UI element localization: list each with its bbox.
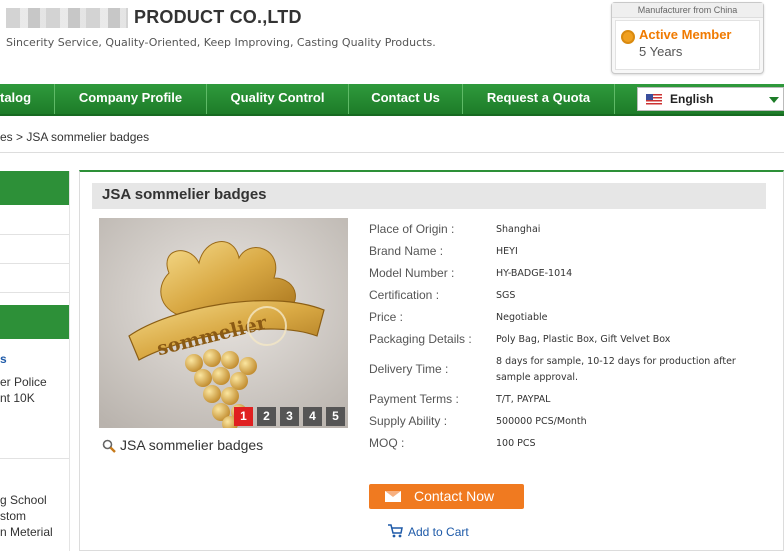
spec-value: HEYI [496, 246, 518, 257]
sidebar-item-text[interactable]: stom [0, 509, 26, 523]
nav-item-contact-us[interactable]: Contact Us [349, 84, 462, 114]
company-name: PRODUCT CO.,LTD [134, 7, 302, 27]
sidebar-header [0, 171, 69, 205]
sidebar-link[interactable]: s [0, 352, 7, 366]
sidebar-divider [0, 234, 69, 235]
badge-photo-illustration: sommelier [99, 218, 348, 428]
breadcrumb[interactable]: es > JSA sommelier badges [0, 130, 149, 144]
badge-caption: Manufacturer from China [612, 3, 763, 18]
zoom-icon[interactable] [102, 439, 116, 453]
spec-value: T/T, PAYPAL [496, 394, 551, 405]
spec-label: Payment Terms : [369, 392, 459, 406]
contact-now-label: Contact Now [414, 488, 495, 504]
membership-badge[interactable]: Manufacturer from China Active Member 5 … [611, 2, 764, 74]
nav-item-company-profile[interactable]: Company Profile [55, 84, 206, 114]
medal-icon [621, 30, 635, 44]
spec-label: Certification : [369, 288, 440, 302]
language-select[interactable]: English [637, 87, 784, 111]
company-slogan: Sincerity Service, Quality-Oriented, Kee… [6, 36, 436, 49]
image-page-2[interactable]: 2 [257, 407, 276, 426]
cart-icon[interactable] [387, 524, 403, 538]
sidebar-item-text[interactable]: nt 10K [0, 391, 35, 405]
spec-label: Place of Origin : [369, 222, 455, 236]
spec-value: Shanghai [496, 224, 541, 235]
spec-label: Price : [369, 310, 404, 324]
spec-value: 500000 PCS/Month [496, 416, 587, 427]
sidebar-divider [0, 458, 69, 459]
badge-body: Active Member 5 Years [615, 20, 760, 70]
member-years: 5 Years [639, 44, 683, 59]
spec-label: MOQ : [369, 436, 405, 450]
blurred-logo [6, 8, 128, 28]
spec-label: Supply Ability : [369, 414, 448, 428]
sidebar-item-text[interactable]: g School [0, 493, 47, 507]
spec-value: 8 days for sample, 10-12 days for produc… [496, 356, 736, 383]
active-member-label: Active Member [639, 27, 732, 42]
spec-value: HY-BADGE-1014 [496, 268, 573, 279]
nav-item-catalog[interactable]: talog [0, 84, 54, 114]
product-title-bar: JSA sommelier badges [92, 183, 766, 209]
envelope-icon [385, 491, 401, 502]
sidebar-item-text[interactable]: n Meterial [0, 525, 53, 539]
nav-item-quality-control[interactable]: Quality Control [207, 84, 348, 114]
spec-label: Brand Name : [369, 244, 444, 258]
image-page-3[interactable]: 3 [280, 407, 299, 426]
add-to-cart-link[interactable]: Add to Cart [408, 525, 469, 539]
site-header: PRODUCT CO.,LTD Sincerity Service, Quali… [0, 0, 784, 84]
nav-item-request-quote[interactable]: Request a Quota [463, 84, 614, 114]
sidebar-header [0, 305, 69, 339]
spec-label: Packaging Details : [369, 332, 472, 346]
image-page-4[interactable]: 4 [303, 407, 322, 426]
spec-value: 100 PCS [496, 438, 536, 449]
sidebar-divider [0, 263, 69, 264]
spec-label: Delivery Time : [369, 362, 449, 376]
sidebar-border [69, 171, 70, 551]
language-label: English [670, 92, 714, 106]
spec-value: Negotiable [496, 312, 548, 323]
sidebar-item-text[interactable]: er Police [0, 375, 47, 389]
us-flag-icon [646, 94, 662, 105]
spec-label: Model Number : [369, 266, 455, 280]
chevron-down-icon [769, 97, 779, 103]
nav-divider [614, 84, 615, 114]
main-nav: talog Company Profile Quality Control Co… [0, 84, 784, 116]
spec-value: SGS [496, 290, 516, 301]
contact-now-button[interactable]: Contact Now [369, 484, 524, 509]
image-page-5[interactable]: 5 [326, 407, 345, 426]
product-image[interactable]: sommelier [99, 218, 348, 428]
image-page-1[interactable]: 1 [234, 407, 253, 426]
spec-value: Poly Bag, Plastic Box, Gift Velvet Box [496, 334, 671, 345]
divider [0, 152, 784, 153]
sidebar-divider [0, 292, 69, 293]
image-caption: JSA sommelier badges [120, 437, 264, 453]
product-title: JSA sommelier badges [102, 186, 267, 203]
